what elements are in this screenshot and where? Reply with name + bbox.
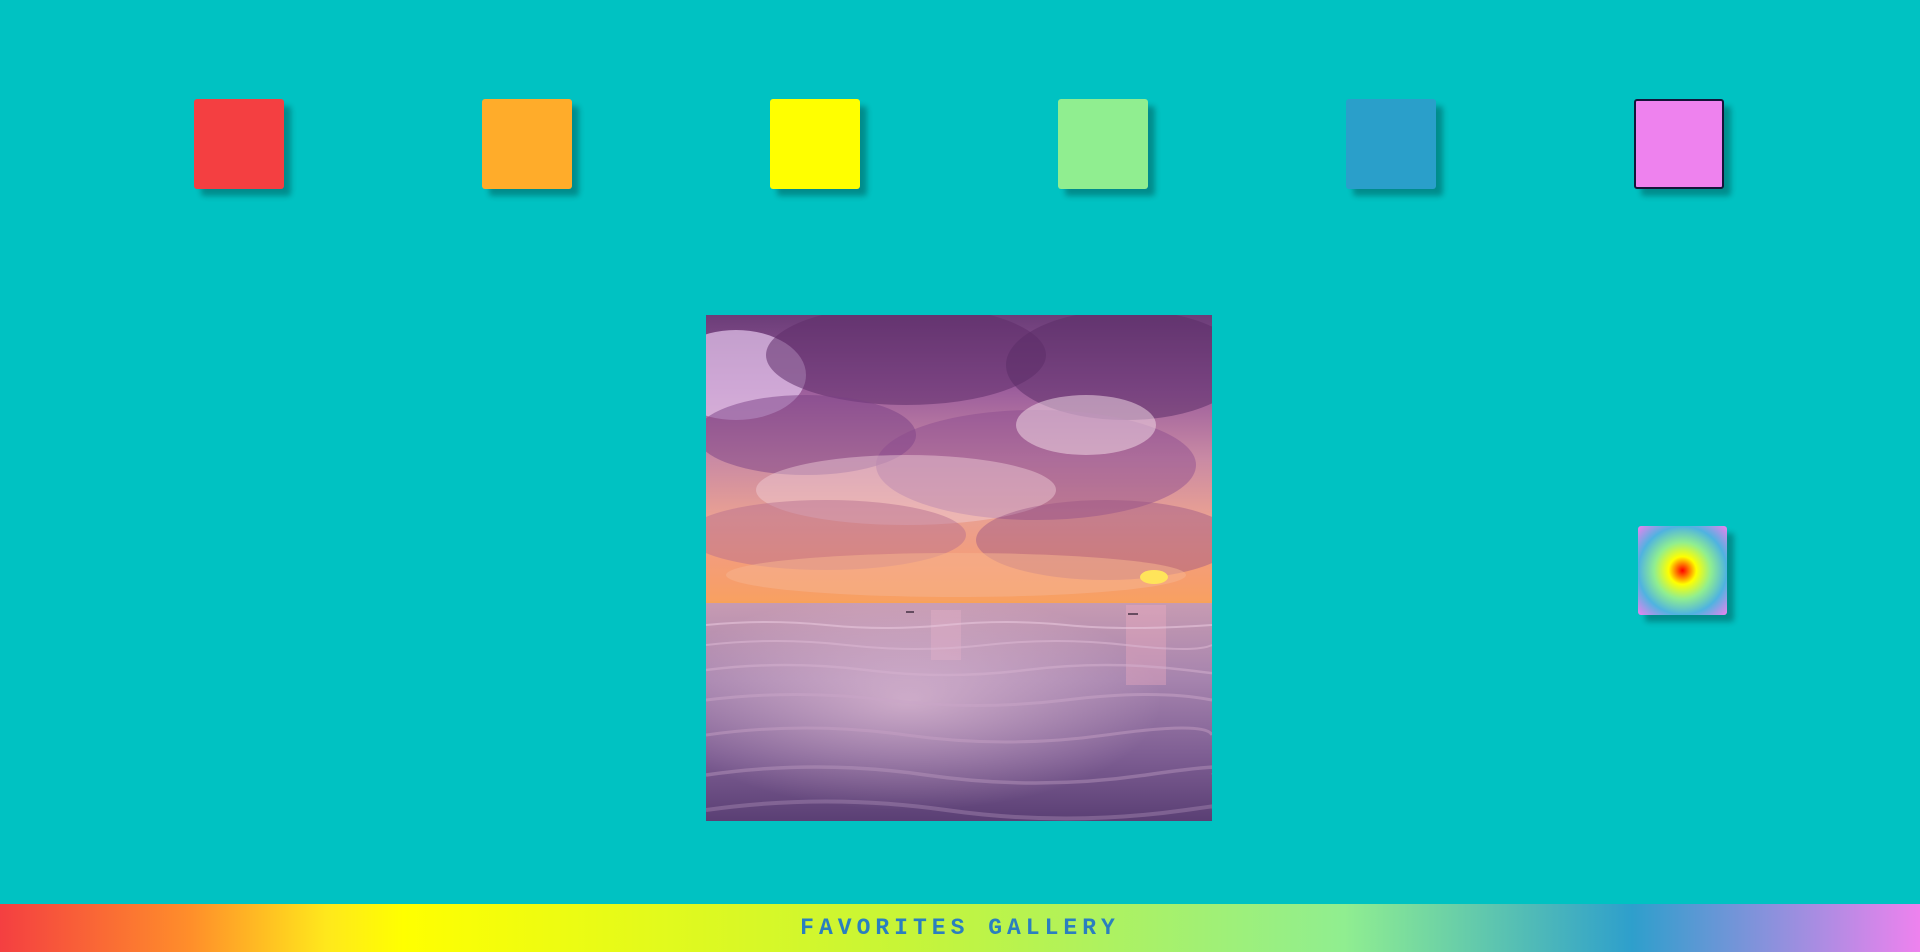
swatch-violet[interactable] (1634, 99, 1724, 189)
sunset-image (706, 315, 1212, 821)
gallery-image[interactable] (706, 315, 1212, 821)
gradient-swatch-button[interactable] (1638, 526, 1727, 615)
swatch-yellow[interactable] (770, 99, 860, 189)
gallery-title: FAVORITES GALLERY (800, 915, 1120, 941)
swatch-light-green[interactable] (1058, 99, 1148, 189)
footer-bar: FAVORITES GALLERY (0, 904, 1920, 952)
swatch-blue[interactable] (1346, 99, 1436, 189)
swatch-orange[interactable] (482, 99, 572, 189)
color-palette (0, 99, 1920, 189)
swatch-red[interactable] (194, 99, 284, 189)
